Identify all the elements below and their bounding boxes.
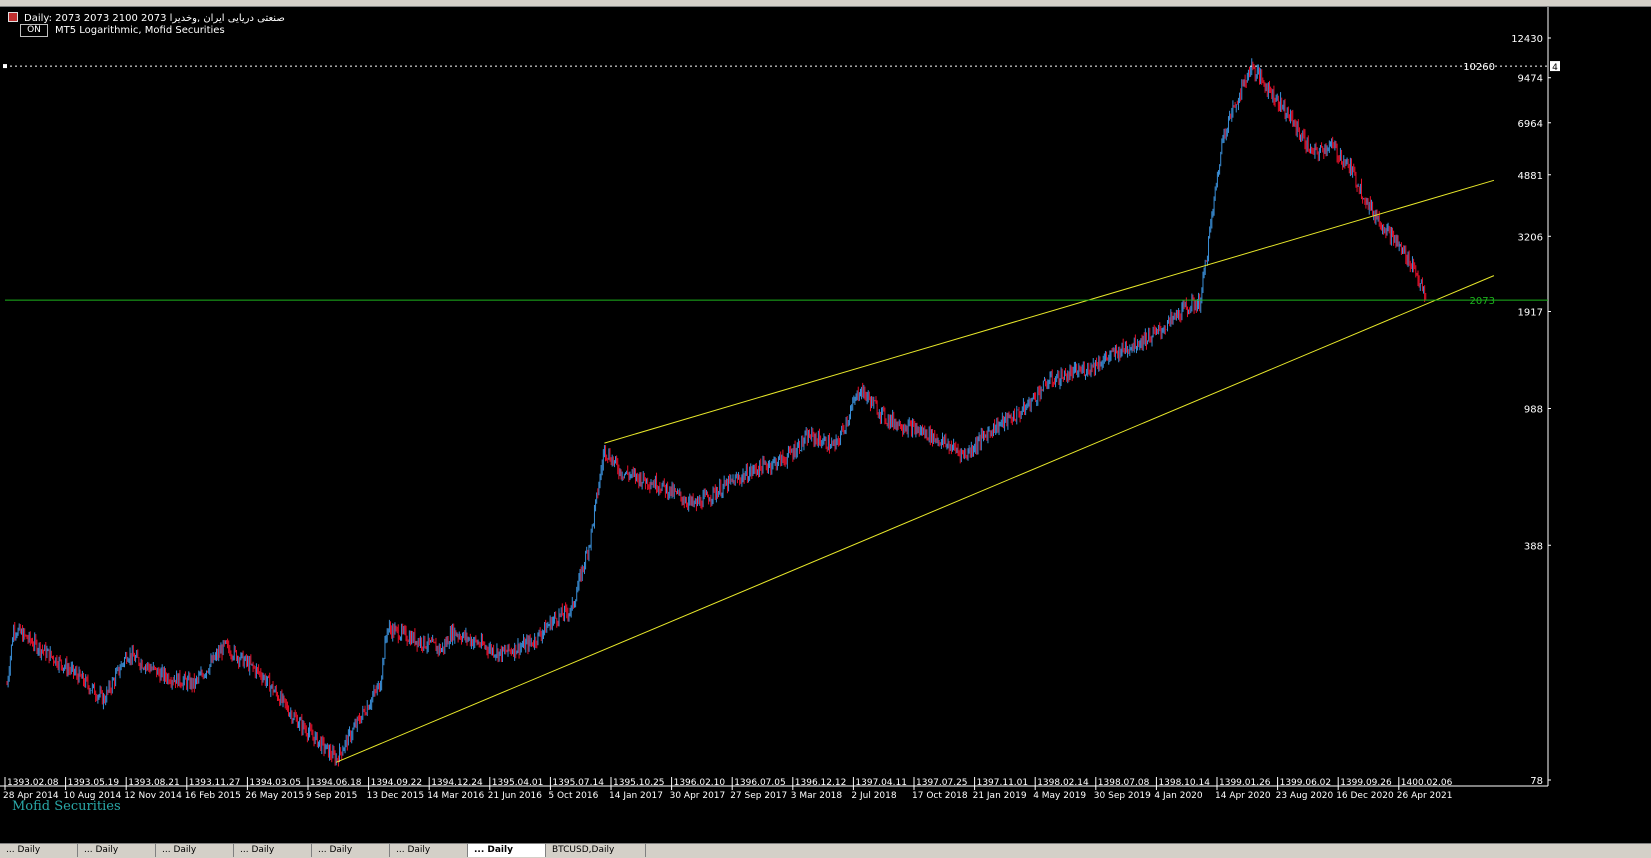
time-label-gregorian: 13 Dec 2015 [367, 791, 425, 801]
time-label-gregorian: 26 Apr 2021 [1397, 791, 1453, 801]
chart-tabs[interactable]: ... Daily... Daily... Daily... Daily... … [0, 843, 1651, 858]
time-label-solar: 1397.04.11 [855, 778, 907, 788]
max-price-handle [3, 64, 7, 69]
time-label-solar: 1393.05.19 [68, 778, 120, 788]
toolbar-strip [0, 0, 1651, 7]
price-label: 9474 [1518, 74, 1543, 85]
time-label-gregorian: 17 Oct 2018 [912, 791, 968, 801]
time-label-gregorian: 30 Sep 2019 [1094, 791, 1151, 801]
time-label-solar: 1396.02.10 [674, 778, 726, 788]
time-label-gregorian: 23 Aug 2020 [1276, 791, 1334, 801]
chart-tab[interactable]: ... Daily [156, 844, 234, 857]
time-label-gregorian: 5 Oct 2016 [548, 791, 598, 801]
chart-menu-icon[interactable] [8, 12, 18, 22]
chart-tab[interactable]: ... Daily [78, 844, 156, 857]
price-label: 4881 [1518, 171, 1543, 182]
time-label-solar: 1393.08.21 [128, 778, 180, 788]
time-label-solar: 1400.02.06 [1401, 778, 1453, 788]
time-label-solar: 1397.11.01 [977, 778, 1029, 788]
time-label-gregorian: 21 Jan 2019 [973, 791, 1027, 801]
time-label-solar: 1394.09.22 [371, 778, 423, 788]
chart-tab[interactable]: ... Daily [468, 844, 546, 857]
chart-mode-info: MT5 Logarithmic, Mofid Securities [55, 25, 225, 36]
price-label: 12430 [1511, 34, 1543, 45]
time-label-gregorian: 30 Apr 2017 [670, 791, 726, 801]
chart-tab[interactable]: ... Daily [0, 844, 78, 857]
time-label-solar: 1398.07.08 [1098, 778, 1150, 788]
price-label: 10260 [1463, 62, 1495, 73]
time-label-gregorian: 3 Mar 2018 [791, 791, 843, 801]
time-label-gregorian: 16 Dec 2020 [1336, 791, 1394, 801]
time-label-solar: 1399.09.26 [1340, 778, 1392, 788]
time-label-solar: 1395.07.14 [552, 778, 604, 788]
time-label-solar: 1397.07.25 [916, 778, 968, 788]
time-label-solar: 1395.10.25 [613, 778, 665, 788]
price-label: 78 [1530, 776, 1543, 787]
time-label-gregorian: 27 Sep 2017 [730, 791, 787, 801]
price-label: 988 [1524, 405, 1543, 416]
time-label-solar: 1399.06.02 [1280, 778, 1332, 788]
time-label-solar: 1396.07.05 [734, 778, 786, 788]
chart-background [0, 7, 1651, 843]
time-label-solar: 1393.11.27 [189, 778, 241, 788]
time-label-solar: 1398.10.14 [1158, 778, 1210, 788]
price-label: 388 [1524, 541, 1543, 552]
time-label-gregorian: 4 May 2019 [1033, 791, 1086, 801]
time-label-solar: 1399.01.26 [1219, 778, 1271, 788]
chart-tab[interactable]: ... Daily [390, 844, 468, 857]
time-label-gregorian: 4 Jan 2020 [1154, 791, 1202, 801]
symbol-info: Daily: 2073 2073 2100 2073 صنعتی دریایی … [24, 13, 285, 24]
broker-watermark: Mofid Securities [12, 799, 121, 814]
time-label-gregorian: 14 Mar 2016 [427, 791, 484, 801]
time-label-solar: 1394.03.05 [249, 778, 301, 788]
time-label-solar: 1394.12.24 [431, 778, 483, 788]
chart-tab[interactable]: ... Daily [312, 844, 390, 857]
time-label-solar: 1393.02.08 [7, 778, 59, 788]
time-label-solar: 1395.04.01 [492, 778, 544, 788]
chart-window[interactable]: 12430 10260 9474 6964 4881 3206 2073 1917 988 388… [0, 7, 1651, 843]
time-label-gregorian: 14 Jan 2017 [609, 791, 663, 801]
price-label: 3206 [1518, 232, 1543, 243]
time-label-gregorian: 16 Feb 2015 [185, 791, 241, 801]
time-label-gregorian: 12 Nov 2014 [124, 791, 182, 801]
time-label-gregorian: 14 Apr 2020 [1215, 791, 1271, 801]
time-label-gregorian: 21 Jun 2016 [488, 791, 542, 801]
time-label-gregorian: 9 Sep 2015 [306, 791, 357, 801]
chart-tab[interactable]: BTCUSD,Daily [546, 844, 646, 857]
price-label: 1917 [1518, 308, 1543, 319]
price-marker-text: 4 [1552, 63, 1558, 73]
price-chart[interactable]: 12430 10260 9474 6964 4881 3206 2073 1917 988 388… [0, 7, 1651, 843]
time-label-solar: 1394.06.18 [310, 778, 362, 788]
time-label-solar: 1396.12.12 [795, 778, 847, 788]
price-label: 6964 [1518, 119, 1543, 130]
price-label: 2073 [1470, 296, 1495, 307]
on-toggle-button[interactable]: ON [20, 24, 48, 37]
time-label-solar: 1398.02.14 [1037, 778, 1089, 788]
chart-tab[interactable]: ... Daily [234, 844, 312, 857]
time-label-gregorian: 26 May 2015 [245, 791, 304, 801]
time-label-gregorian: 2 Jul 2018 [851, 791, 896, 801]
